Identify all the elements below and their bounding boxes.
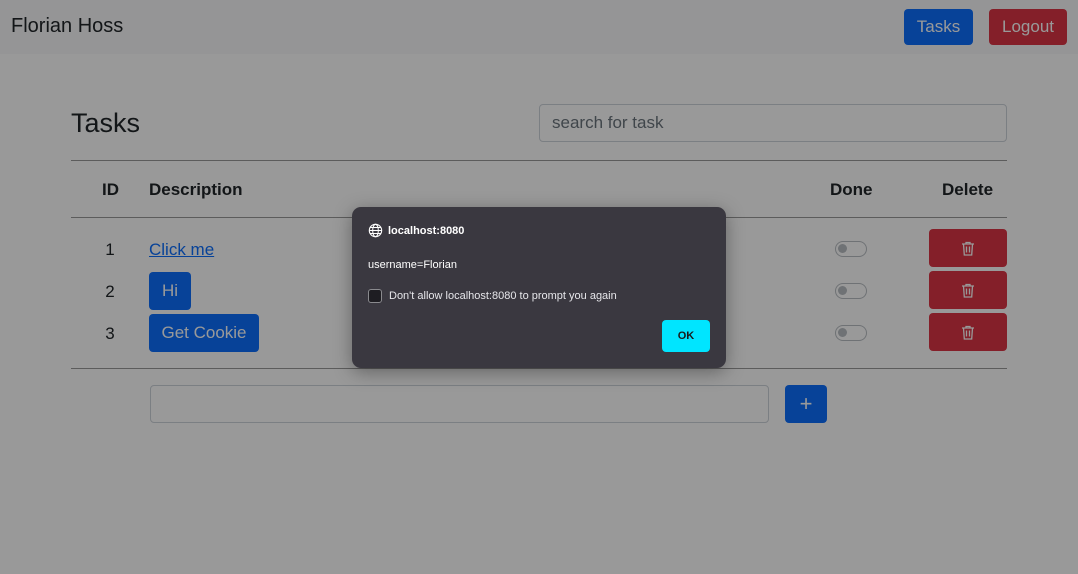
- dialog-message: username=Florian: [368, 259, 457, 271]
- globe-icon: [368, 223, 383, 238]
- ok-button[interactable]: OK: [662, 320, 710, 352]
- dont-allow-prompt-option[interactable]: Don't allow localhost:8080 to prompt you…: [368, 289, 617, 303]
- dont-allow-checkbox[interactable]: [368, 289, 382, 303]
- dialog-origin-text: localhost:8080: [388, 224, 465, 237]
- dialog-origin: localhost:8080: [368, 223, 464, 238]
- alert-dialog: localhost:8080 username=Florian Don't al…: [352, 207, 726, 368]
- dont-allow-label: Don't allow localhost:8080 to prompt you…: [389, 290, 617, 302]
